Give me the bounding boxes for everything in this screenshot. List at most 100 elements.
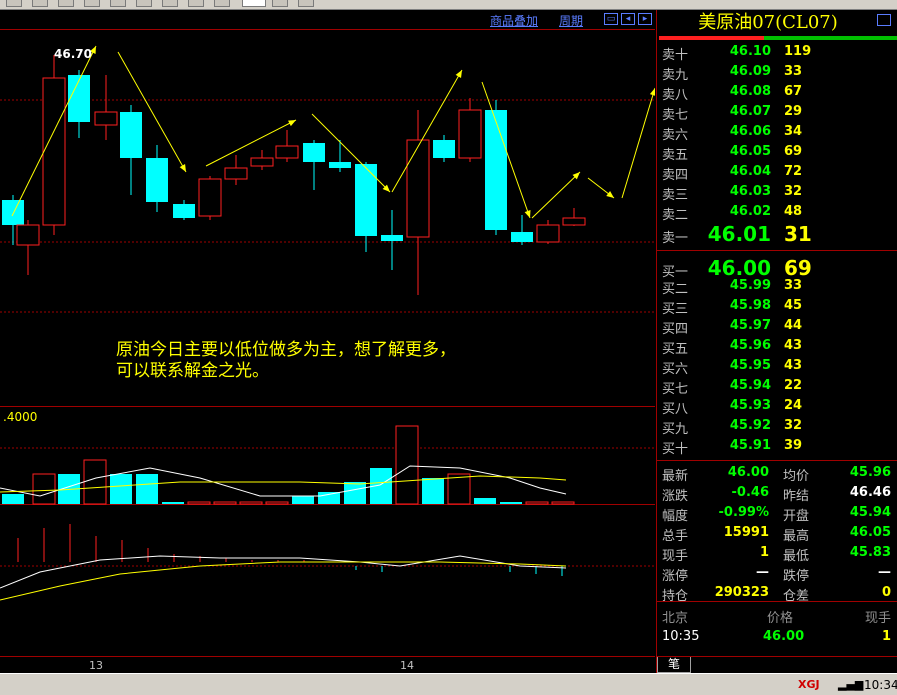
orderbook-volume: 24 xyxy=(784,398,803,413)
toolbar-button[interactable] xyxy=(298,0,314,7)
orderbook-level-label: 买十 xyxy=(662,442,689,457)
trend-arrow-head xyxy=(606,191,614,198)
toolbar-button[interactable] xyxy=(272,0,288,7)
toolbar-button[interactable] xyxy=(110,0,126,7)
volume-bar xyxy=(500,502,522,504)
candle-body xyxy=(68,75,90,122)
volume-axis-label: .4000 xyxy=(3,410,38,424)
orderbook-row[interactable]: 买九 45.92 32 xyxy=(657,416,897,437)
toolbar-button[interactable] xyxy=(162,0,178,7)
candle-body xyxy=(120,112,142,158)
stat-value: -0.99% xyxy=(718,505,770,520)
candle-body xyxy=(42,77,66,226)
candle-body xyxy=(485,110,507,230)
stat-value: 45.96 xyxy=(849,465,891,480)
orderbook-volume: 32 xyxy=(784,418,803,433)
orderbook-row[interactable]: 卖五 46.05 69 xyxy=(657,142,897,163)
orderbook-row[interactable]: 买一 46.00 69 xyxy=(657,256,897,280)
orderbook-row[interactable]: 卖九 46.09 33 xyxy=(657,62,897,83)
period-link[interactable]: 周期 xyxy=(559,12,583,29)
volume-bar xyxy=(2,494,24,504)
orderbook-level-label: 卖一 xyxy=(662,231,689,246)
orderbook-volume: 33 xyxy=(784,64,803,79)
orderbook-volume: 119 xyxy=(784,44,812,59)
trend-arrow-head xyxy=(649,88,655,96)
volume-bar xyxy=(525,501,549,505)
orderbook-price: 45.95 xyxy=(729,358,771,373)
orderbook-price: 45.97 xyxy=(729,318,771,333)
stat-label: 最低 xyxy=(783,549,810,564)
volume-bar xyxy=(447,473,471,505)
orderbook-row[interactable]: 卖四 46.04 72 xyxy=(657,162,897,183)
orderbook-volume: 32 xyxy=(784,184,803,199)
orderbook-row[interactable]: 买四 45.97 44 xyxy=(657,316,897,337)
orderbook-level-label: 卖七 xyxy=(662,108,689,123)
date-label: 13 xyxy=(89,659,103,672)
stat-value: 1 xyxy=(759,545,769,560)
toolbar-button[interactable] xyxy=(32,0,48,7)
sell-ratio-fill xyxy=(659,36,764,40)
orderbook-row[interactable]: 卖二 46.02 48 xyxy=(657,202,897,223)
orderbook-row[interactable]: 买五 45.96 43 xyxy=(657,336,897,357)
stat-value: -0.46 xyxy=(731,485,769,500)
orderbook-row[interactable]: 买二 45.99 33 xyxy=(657,276,897,297)
tick-header-price: 价格 xyxy=(767,611,794,626)
orderbook-price: 46.09 xyxy=(729,64,771,79)
stat-label: 开盘 xyxy=(783,509,810,524)
orderbook-row[interactable]: 卖三 46.03 32 xyxy=(657,182,897,203)
macd-dif-line xyxy=(0,555,567,589)
orderbook-level-label: 买六 xyxy=(662,362,689,377)
volume-bar xyxy=(551,501,575,505)
stat-value: — xyxy=(878,565,891,580)
candle-body xyxy=(355,164,377,236)
zoom-in-icon[interactable]: ▭ xyxy=(604,13,618,25)
orderbook-row[interactable]: 买十 45.91 39 xyxy=(657,436,897,457)
orderbook-divider xyxy=(657,250,897,251)
next-icon[interactable]: ▸ xyxy=(638,13,652,25)
toolbar-button[interactable] xyxy=(188,0,204,7)
stat-label: 跌停 xyxy=(783,569,810,584)
stat-value: 46.00 xyxy=(727,465,769,480)
candle-body xyxy=(16,224,40,246)
toolbar-button[interactable] xyxy=(136,0,152,7)
toolbar-button-active[interactable] xyxy=(242,0,266,7)
volume-bar xyxy=(32,473,56,505)
orderbook-price: 46.05 xyxy=(729,144,771,159)
trend-arrow-head xyxy=(524,210,531,218)
overlay-link[interactable]: 商品叠加 xyxy=(490,12,538,29)
orderbook-level-label: 买七 xyxy=(662,382,689,397)
orderbook-level-label: 买五 xyxy=(662,342,689,357)
candle-body xyxy=(224,167,248,180)
orderbook-price: 45.96 xyxy=(729,338,771,353)
orderbook-row[interactable]: 买八 45.93 24 xyxy=(657,396,897,417)
toolbar-button[interactable] xyxy=(6,0,22,7)
toolbar-button[interactable] xyxy=(214,0,230,7)
prev-icon[interactable]: ◂ xyxy=(621,13,635,25)
orderbook-level-label: 卖十 xyxy=(662,48,689,63)
orderbook-level-label: 买八 xyxy=(662,402,689,417)
candle-body xyxy=(94,111,118,126)
chart-header: 商品叠加 周期 ▭ ◂ ▸ xyxy=(0,10,655,30)
orderbook-row[interactable]: 卖七 46.07 29 xyxy=(657,102,897,123)
high-price-label: 46.70 xyxy=(54,47,92,61)
tab-ticks[interactable]: 笔 xyxy=(657,657,691,673)
toolbar-button[interactable] xyxy=(84,0,100,7)
orderbook-row[interactable]: 买三 45.98 45 xyxy=(657,296,897,317)
orderbook-row[interactable]: 卖一 46.01 31 xyxy=(657,222,897,246)
toolbar-button[interactable] xyxy=(58,0,74,7)
stat-label: 最新 xyxy=(662,469,689,484)
orderbook-row[interactable]: 卖八 46.08 67 xyxy=(657,82,897,103)
orderbook-row[interactable]: 卖六 46.06 34 xyxy=(657,122,897,143)
annotation-line: 原油今日主要以低位做多为主，想了解更多， xyxy=(116,340,456,360)
orderbook-price: 45.98 xyxy=(729,298,771,313)
window-icon[interactable] xyxy=(877,14,891,26)
stat-row: 幅度 -0.99% 开盘 45.94 xyxy=(657,503,897,524)
orderbook-price: 46.02 xyxy=(729,204,771,219)
orderbook-row[interactable]: 卖十 46.10 119 xyxy=(657,42,897,63)
volume-bar xyxy=(187,501,211,505)
orderbook-row[interactable]: 买七 45.94 22 xyxy=(657,376,897,397)
volume-bar xyxy=(292,496,314,504)
candle-body xyxy=(146,158,168,202)
orderbook-price: 46.01 xyxy=(707,222,771,246)
orderbook-row[interactable]: 买六 45.95 43 xyxy=(657,356,897,377)
